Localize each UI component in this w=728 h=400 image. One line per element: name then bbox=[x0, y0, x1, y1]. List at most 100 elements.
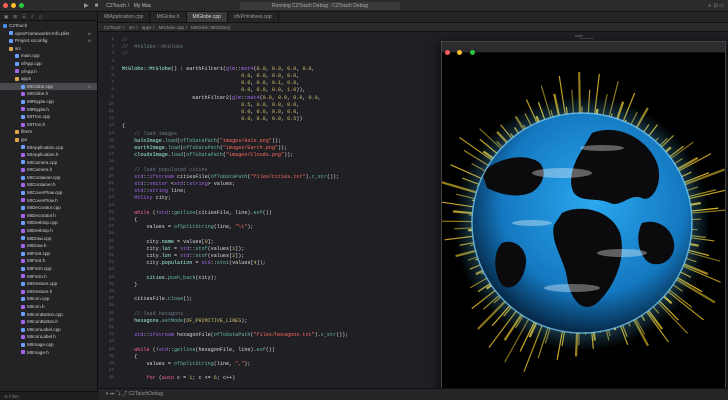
scm-status-badge: M bbox=[87, 38, 91, 44]
file-icon bbox=[21, 266, 25, 271]
file-tree-item-label: MtRipple.cpp bbox=[27, 98, 54, 104]
navigator-filter-field[interactable]: ⊜ Filter bbox=[0, 391, 98, 400]
scheme-selector[interactable]: C2Touch 〉 My Mac bbox=[106, 2, 151, 9]
warning-icon[interactable]: △ bbox=[39, 14, 42, 19]
file-tree-item[interactable]: MtForm.cpp bbox=[0, 265, 97, 273]
folder-icon[interactable]: ▣ bbox=[4, 14, 8, 19]
run-icon[interactable]: ▶ bbox=[84, 2, 89, 9]
file-tree-item[interactable]: C2Touch bbox=[0, 22, 97, 30]
file-tree-item[interactable]: MtDesktop.h bbox=[0, 227, 97, 235]
file-tree-item[interactable]: src bbox=[0, 45, 97, 53]
file-tree-item[interactable]: MtImage.cpp bbox=[0, 341, 97, 349]
file-icon bbox=[21, 236, 25, 241]
file-tree-item[interactable]: MtDraw.cpp bbox=[0, 235, 97, 243]
file-tree-item[interactable]: MtTron.cpp bbox=[0, 113, 97, 121]
jump-bar[interactable]: C2Touch 〉 src 〉 apps 〉 MtGlobe.cpp 〉 MtG… bbox=[98, 23, 728, 32]
file-tree-item[interactable]: MtApplication.h bbox=[0, 151, 97, 159]
scm-status-badge: M bbox=[87, 83, 91, 89]
code-line[interactable]: for (auto c = 1; c <= 6; c++) bbox=[122, 374, 235, 382]
file-tree-item[interactable]: MtGlobe.h bbox=[0, 90, 97, 98]
file-tree-item[interactable]: MtRipple.cpp bbox=[0, 98, 97, 106]
globe-visualization[interactable] bbox=[442, 53, 725, 396]
file-tree-item[interactable]: MtGesture.cpp bbox=[0, 280, 97, 288]
file-icon bbox=[21, 327, 25, 332]
file-tree-item[interactable]: MtTron.h bbox=[0, 121, 97, 129]
file-tree-item[interactable]: MtApplication.cpp bbox=[0, 144, 97, 152]
stop-icon[interactable]: ■ bbox=[95, 3, 99, 9]
file-tree-item[interactable]: main.cpp bbox=[0, 52, 97, 60]
symbol-icon[interactable]: ☰ bbox=[22, 14, 26, 19]
file-tree-item[interactable]: MtFont.cpp bbox=[0, 250, 97, 258]
file-tree-item[interactable]: MtCoverFlow.h bbox=[0, 197, 97, 205]
file-tree-item[interactable]: openFrameworks-Info.plist M bbox=[0, 30, 97, 38]
file-tree-item[interactable]: MtDecorator.h bbox=[0, 212, 97, 220]
file-tree-item[interactable]: MtIcon.h bbox=[0, 303, 97, 311]
running-app-window[interactable] bbox=[441, 41, 726, 397]
app-title-bar[interactable] bbox=[442, 42, 725, 55]
code-line[interactable]: } bbox=[122, 281, 137, 289]
debug-controls[interactable]: ⏸ ⏭ ⤵ ⤴ bbox=[106, 391, 129, 397]
file-tree-item[interactable]: MtContainer.h bbox=[0, 181, 97, 189]
file-tree-item[interactable]: MtGlobe.cpp M bbox=[0, 82, 97, 91]
file-icon bbox=[21, 122, 25, 127]
minimize-window-button[interactable] bbox=[11, 3, 16, 8]
editor-tab[interactable]: MtGlobe.h bbox=[150, 12, 187, 22]
file-tree-item[interactable]: ofApp.h bbox=[0, 68, 97, 76]
code-line[interactable]: while (!std::getline(hexagonFile, line).… bbox=[122, 346, 275, 354]
code-line[interactable]: values = ofSplitString(line, "\t"); bbox=[122, 223, 253, 231]
file-tree-item[interactable]: MtCamera.h bbox=[0, 166, 97, 174]
code-line[interactable]: MtCity city; bbox=[122, 194, 171, 202]
file-tree-item[interactable]: gui bbox=[0, 136, 97, 144]
editor-tab[interactable]: MtApplication.cpp bbox=[98, 12, 151, 22]
file-tree-item-label: MtGesture.h bbox=[27, 288, 53, 294]
file-tree-item[interactable]: filters bbox=[0, 128, 97, 136]
file-tree-item[interactable]: MtGesture.h bbox=[0, 288, 97, 296]
code-line[interactable]: // MtGlobe::MtGlobe bbox=[122, 43, 183, 51]
zoom-window-button[interactable] bbox=[19, 3, 24, 8]
file-tree-item[interactable]: MtDecorator.cpp bbox=[0, 204, 97, 212]
file-tree-item[interactable]: MtIcon.cpp bbox=[0, 295, 97, 303]
code-line[interactable]: cloudsImage.load(ofToDataPath("images/Cl… bbox=[122, 151, 293, 159]
file-tree-item-label: MtDesktop.h bbox=[27, 228, 53, 234]
file-tree-item[interactable]: apps bbox=[0, 75, 97, 83]
file-tree-item[interactable]: MtContainer.cpp bbox=[0, 174, 97, 182]
file-tree-item[interactable]: MtDesktop.cpp bbox=[0, 219, 97, 227]
add-icon[interactable]: ＋ ⊡ ▭ bbox=[707, 2, 724, 9]
source-control-icon[interactable]: ⊠ bbox=[13, 14, 17, 19]
file-tree-item[interactable]: ofApp.cpp bbox=[0, 60, 97, 68]
file-tree-item[interactable]: MtIconButton.cpp bbox=[0, 311, 97, 319]
close-window-button[interactable] bbox=[3, 3, 8, 8]
file-tree-item[interactable]: MtCoverFlow.cpp bbox=[0, 189, 97, 197]
editor-tab[interactable]: ofxPrimitives.cpp bbox=[228, 12, 279, 22]
file-icon bbox=[21, 259, 25, 264]
code-line[interactable]: values = ofSplitString(line, ","); bbox=[122, 360, 250, 368]
search-icon[interactable]: ⌕ bbox=[31, 14, 34, 19]
file-tree-item[interactable]: MtCamera.cpp bbox=[0, 159, 97, 167]
file-icon bbox=[21, 114, 25, 119]
code-line[interactable]: std::ifstream hexagonFile(ofToDataPath("… bbox=[122, 331, 348, 339]
code-line[interactable]: while (!std::getline(citiesFile, line).e… bbox=[122, 209, 272, 217]
toolbar: ▶ ■ C2Touch 〉 My Mac Running C2Touch Deb… bbox=[0, 0, 728, 12]
file-tree-item[interactable]: MtIconLabel.cpp bbox=[0, 326, 97, 334]
file-tree-item-label: MtCamera.h bbox=[27, 167, 53, 173]
file-tree-item[interactable]: MtDraw.h bbox=[0, 242, 97, 250]
file-tree-item[interactable]: MtImage.h bbox=[0, 349, 97, 357]
code-line[interactable]: 0.0, 0.0, 0.0, 0.5)) bbox=[122, 115, 302, 123]
file-tree-item-label: MtTron.cpp bbox=[27, 114, 51, 120]
file-icon bbox=[21, 221, 25, 226]
file-icon bbox=[21, 152, 25, 157]
file-tree-item[interactable]: MtIconButton.h bbox=[0, 318, 97, 326]
editor-tab[interactable]: MtGlobe.cpp bbox=[186, 12, 228, 22]
code-line[interactable]: city.population = std::stoi(values[4]); bbox=[122, 259, 265, 267]
file-tree-item[interactable]: Project.xcconfig M bbox=[0, 37, 97, 45]
file-tree: C2Touch openFrameworks-Info.plist M Project… bbox=[0, 21, 97, 356]
code-line[interactable]: citiesFile.close(); bbox=[122, 295, 192, 303]
file-tree-item[interactable]: MtIconLabel.h bbox=[0, 333, 97, 341]
file-tree-item[interactable]: MtRipple.h bbox=[0, 106, 97, 114]
file-tree-item[interactable]: MtForm.h bbox=[0, 273, 97, 281]
file-tree-item-label: MtDraw.h bbox=[27, 243, 47, 249]
code-line[interactable]: hexagons.setMode(OF_PRIMITIVE_LINES); bbox=[122, 317, 247, 325]
file-icon bbox=[21, 206, 25, 211]
file-tree-item[interactable]: MtFont.h bbox=[0, 257, 97, 265]
code-line[interactable]: // bbox=[122, 50, 128, 58]
